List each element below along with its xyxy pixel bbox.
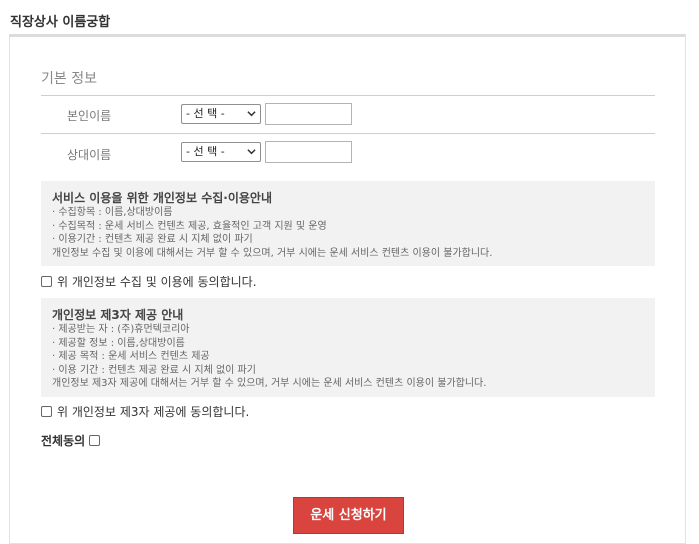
- privacy-agree-checkbox[interactable]: [41, 276, 52, 287]
- privacy-notice-title: 서비스 이용을 위한 개인정보 수집·이용안내: [52, 191, 272, 205]
- all-agree-row[interactable]: 전체동의: [41, 432, 101, 449]
- third-party-notice-line: 개인정보 제3자 제공에 대해서는 거부 할 수 있으며, 거부 시에는 운세 …: [52, 378, 487, 389]
- third-party-notice-line: · 이용 기간 : 컨텐츠 제공 완료 시 지체 없이 파기: [52, 364, 256, 376]
- privacy-notice-line: 개인정보 수집 및 이용에 대해서는 거부 할 수 있으며, 거부 시에는 운세…: [52, 247, 493, 259]
- privacy-notice-line: · 수집목적 : 운세 서비스 컨텐츠 제공, 효율적인 고객 지원 및 운영: [52, 220, 327, 232]
- row-label-self-name: 본인이름: [67, 109, 112, 123]
- third-party-notice-line: · 제공받는 자 : (주)휴먼텍코리아: [52, 324, 190, 335]
- all-agree-label[interactable]: 전체동의: [41, 432, 85, 449]
- third-party-agree-row[interactable]: 위 개인정보 제3자 제공에 동의합니다.: [41, 403, 249, 420]
- third-party-notice-box: 개인정보 제3자 제공 안내 · 제공받는 자 : (주)휴먼텍코리아 · 제공…: [41, 298, 655, 397]
- privacy-agree-label[interactable]: 위 개인정보 수집 및 이용에 동의합니다.: [57, 273, 257, 290]
- self-name-select[interactable]: - 선 택 -: [181, 104, 261, 124]
- self-name-select-value: - 선 택 -: [186, 107, 225, 120]
- third-party-notice-line: · 제공할 정보 : 이름,상대방이름: [52, 337, 185, 349]
- third-party-agree-label[interactable]: 위 개인정보 제3자 제공에 동의합니다.: [57, 403, 249, 420]
- divider: [41, 95, 655, 96]
- privacy-notice-line: · 이용기간 : 컨텐츠 제공 완료 시 지체 없이 파기: [52, 234, 253, 245]
- third-party-notice-line: · 제공 목적 : 운세 서비스 컨텐츠 제공: [52, 351, 210, 362]
- divider: [41, 133, 655, 134]
- partner-name-input[interactable]: [265, 141, 352, 163]
- chevron-down-icon: [247, 149, 256, 155]
- chevron-down-icon: [247, 111, 256, 117]
- privacy-notice-box: 서비스 이용을 위한 개인정보 수집·이용안내 · 수집항목 : 이름,상대방이…: [41, 181, 655, 266]
- page-title: 직장상사 이름궁합: [10, 15, 111, 30]
- privacy-agree-row[interactable]: 위 개인정보 수집 및 이용에 동의합니다.: [41, 273, 257, 290]
- partner-name-select-value: - 선 택 -: [186, 145, 225, 158]
- privacy-notice-line: · 수집항목 : 이름,상대방이름: [52, 207, 173, 218]
- third-party-agree-checkbox[interactable]: [41, 406, 52, 417]
- section-title-basic-info: 기본 정보: [41, 71, 97, 87]
- partner-name-select[interactable]: - 선 택 -: [181, 142, 261, 162]
- submit-button[interactable]: 운세 신청하기: [293, 497, 404, 534]
- self-name-input[interactable]: [265, 103, 352, 125]
- all-agree-checkbox[interactable]: [89, 435, 101, 446]
- third-party-notice-title: 개인정보 제3자 제공 안내: [52, 308, 184, 322]
- row-label-partner-name: 상대이름: [67, 148, 112, 162]
